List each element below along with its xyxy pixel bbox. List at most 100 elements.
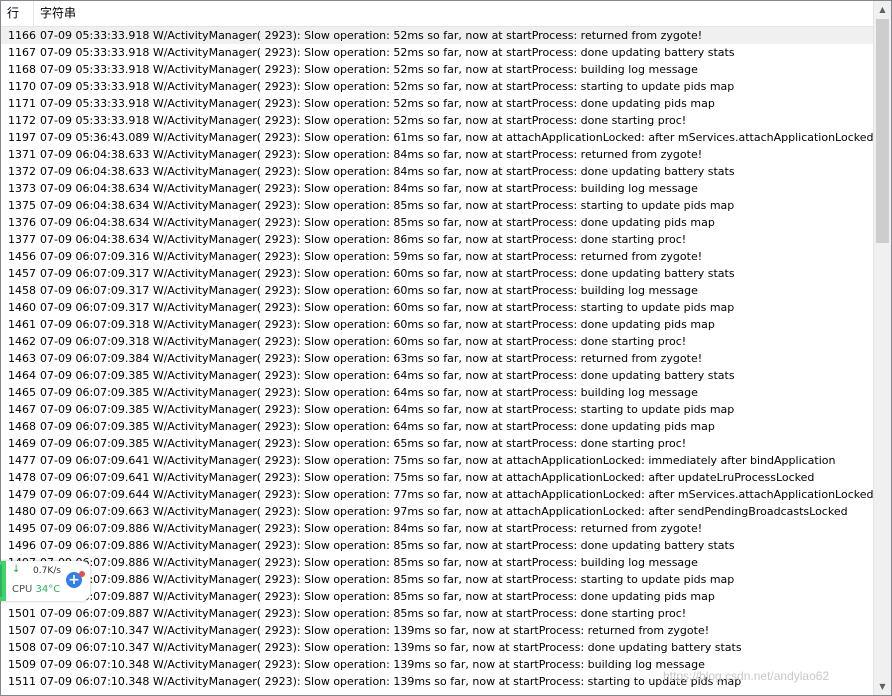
notification-dot-icon bbox=[79, 571, 85, 577]
log-text: 07-09 06:07:09.385 W/ActivityManager( 29… bbox=[40, 420, 715, 433]
cpu-temp: 34°C bbox=[35, 584, 61, 595]
table-row[interactable]: 1375 07-09 06:04:38.634 W/ActivityManager… bbox=[1, 197, 873, 214]
log-text: 07-09 06:07:10.348 W/ActivityManager( 29… bbox=[40, 675, 742, 688]
log-text: 07-09 06:07:09.317 W/ActivityManager( 29… bbox=[40, 267, 735, 280]
table-row[interactable]: 1457 07-09 06:07:09.317 W/ActivityManager… bbox=[1, 265, 873, 282]
log-text: 07-09 06:07:09.644 W/ActivityManager( 29… bbox=[40, 488, 873, 501]
line-number: 1468 bbox=[8, 420, 36, 433]
line-number: 1168 bbox=[8, 63, 36, 76]
line-number: 1372 bbox=[8, 165, 36, 178]
log-text: 07-09 06:04:38.634 W/ActivityManager( 29… bbox=[40, 199, 735, 212]
table-row[interactable]: 1377 07-09 06:04:38.634 W/ActivityManager… bbox=[1, 231, 873, 248]
table-row[interactable]: 1197 07-09 05:36:43.089 W/ActivityManager… bbox=[1, 129, 873, 146]
log-text: 07-09 06:04:38.633 W/ActivityManager( 29… bbox=[40, 148, 703, 161]
log-text: 07-09 06:07:09.385 W/ActivityManager( 29… bbox=[40, 437, 687, 450]
network-cpu-widget[interactable]: ↓ 0.7K/s CPU 34°C + bbox=[0, 561, 90, 601]
table-row[interactable]: 150007-09 06:07:09.887 W/ActivityManager… bbox=[1, 588, 873, 605]
log-text: 07-09 06:07:09.886 W/ActivityManager( 29… bbox=[40, 539, 735, 552]
log-text: 07-09 06:07:09.384 W/ActivityManager( 29… bbox=[40, 352, 703, 365]
table-row[interactable]: 1458 07-09 06:07:09.317 W/ActivityManager… bbox=[1, 282, 873, 299]
watermark: https://blog.csdn.net/andylao62 bbox=[663, 669, 830, 683]
line-number: 1508 bbox=[8, 641, 36, 654]
line-number: 1375 bbox=[8, 199, 36, 212]
line-number: 1167 bbox=[8, 46, 36, 59]
log-text: 07-09 06:07:09.887 W/ActivityManager( 29… bbox=[40, 607, 687, 620]
table-row[interactable]: 1167 07-09 05:33:33.918 W/ActivityManager… bbox=[1, 44, 873, 61]
table-row[interactable]: 1468 07-09 06:07:09.385 W/ActivityManager… bbox=[1, 418, 873, 435]
network-speed: 0.7K/s bbox=[33, 566, 61, 576]
log-list[interactable]: 1166 07-09 05:33:33.918 W/ActivityManager… bbox=[1, 27, 873, 695]
line-number: 1170 bbox=[8, 80, 36, 93]
log-text: 07-09 06:04:38.634 W/ActivityManager( 29… bbox=[40, 216, 715, 229]
line-number: 1478 bbox=[8, 471, 36, 484]
log-text: 07-09 06:07:09.317 W/ActivityManager( 29… bbox=[40, 301, 735, 314]
log-text: 07-09 06:07:09.385 W/ActivityManager( 29… bbox=[40, 386, 698, 399]
line-number: 1457 bbox=[8, 267, 36, 280]
table-row[interactable]: 1172 07-09 05:33:33.918 W/ActivityManager… bbox=[1, 112, 873, 129]
table-row[interactable]: 1456 07-09 06:07:09.316 W/ActivityManager… bbox=[1, 248, 873, 265]
table-row[interactable]: 1166 07-09 05:33:33.918 W/ActivityManager… bbox=[1, 27, 873, 44]
line-number: 1166 bbox=[8, 29, 36, 42]
line-number: 1462 bbox=[8, 335, 36, 348]
table-row[interactable]: 1376 07-09 06:04:38.634 W/ActivityManager… bbox=[1, 214, 873, 231]
table-row[interactable]: 1508 07-09 06:07:10.347 W/ActivityManager… bbox=[1, 639, 873, 656]
log-text: 07-09 06:07:09.385 W/ActivityManager( 29… bbox=[40, 403, 735, 416]
line-number: 1501 bbox=[8, 607, 36, 620]
column-header-text[interactable]: 字符串 bbox=[34, 1, 873, 26]
table-row[interactable]: 1460 07-09 06:07:09.317 W/ActivityManager… bbox=[1, 299, 873, 316]
table-row[interactable]: 1371 07-09 06:04:38.633 W/ActivityManager… bbox=[1, 146, 873, 163]
log-text: 07-09 05:33:33.918 W/ActivityManager( 29… bbox=[40, 63, 698, 76]
log-text: 07-09 06:07:09.316 W/ActivityManager( 29… bbox=[40, 250, 703, 263]
line-number: 1460 bbox=[8, 301, 36, 314]
table-row[interactable]: 1496 07-09 06:07:09.886 W/ActivityManager… bbox=[1, 537, 873, 554]
line-number: 1371 bbox=[8, 148, 36, 161]
table-row[interactable]: 1507 07-09 06:07:10.347 W/ActivityManager… bbox=[1, 622, 873, 639]
log-text: 07-09 06:07:10.347 W/ActivityManager( 29… bbox=[40, 641, 742, 654]
line-number: 1496 bbox=[8, 539, 36, 552]
table-row[interactable]: 1373 07-09 06:04:38.634 W/ActivityManager… bbox=[1, 180, 873, 197]
table-row[interactable]: 149707-09 06:07:09.886 W/ActivityManager… bbox=[1, 554, 873, 571]
scroll-down-icon[interactable]: ▼ bbox=[874, 678, 891, 695]
table-row[interactable]: 1170 07-09 05:33:33.918 W/ActivityManager… bbox=[1, 78, 873, 95]
log-text: 07-09 06:07:10.348 W/ActivityManager( 29… bbox=[40, 658, 705, 671]
line-number: 1479 bbox=[8, 488, 36, 501]
table-row[interactable]: 1372 07-09 06:04:38.633 W/ActivityManager… bbox=[1, 163, 873, 180]
line-number: 1507 bbox=[8, 624, 36, 637]
log-text: 07-09 06:07:09.385 W/ActivityManager( 29… bbox=[40, 369, 735, 382]
table-row[interactable]: 1463 07-09 06:07:09.384 W/ActivityManager… bbox=[1, 350, 873, 367]
log-text: 07-09 06:04:38.633 W/ActivityManager( 29… bbox=[40, 165, 735, 178]
table-row[interactable]: 149907-09 06:07:09.886 W/ActivityManager… bbox=[1, 571, 873, 588]
log-text: 07-09 05:36:43.089 W/ActivityManager( 29… bbox=[40, 131, 873, 144]
widget-accent bbox=[0, 565, 2, 597]
table-row[interactable]: 1465 07-09 06:07:09.385 W/ActivityManager… bbox=[1, 384, 873, 401]
table-row[interactable]: 1461 07-09 06:07:09.318 W/ActivityManager… bbox=[1, 316, 873, 333]
scrollbar-thumb[interactable] bbox=[876, 19, 889, 243]
download-arrow-icon: ↓ bbox=[12, 564, 21, 575]
table-row[interactable]: 1480 07-09 06:07:09.663 W/ActivityManager… bbox=[1, 503, 873, 520]
table-row[interactable]: 1501 07-09 06:07:09.887 W/ActivityManager… bbox=[1, 605, 873, 622]
table-row[interactable]: 1479 07-09 06:07:09.644 W/ActivityManager… bbox=[1, 486, 873, 503]
line-number: 1511 bbox=[8, 675, 36, 688]
log-text: 07-09 05:33:33.918 W/ActivityManager( 29… bbox=[40, 29, 703, 42]
cpu-label: CPU bbox=[12, 584, 33, 595]
table-row[interactable]: 1477 07-09 06:07:09.641 W/ActivityManager… bbox=[1, 452, 873, 469]
cpu-temp-readout: CPU 34°C bbox=[12, 584, 60, 596]
log-text: 07-09 05:33:33.918 W/ActivityManager( 29… bbox=[40, 46, 735, 59]
log-text: 07-09 06:07:09.887 W/ActivityManager( 29… bbox=[40, 590, 715, 603]
table-row[interactable]: 1464 07-09 06:07:09.385 W/ActivityManager… bbox=[1, 367, 873, 384]
table-row[interactable]: 1467 07-09 06:07:09.385 W/ActivityManager… bbox=[1, 401, 873, 418]
table-row[interactable]: 1462 07-09 06:07:09.318 W/ActivityManager… bbox=[1, 333, 873, 350]
table-row[interactable]: 1171 07-09 05:33:33.918 W/ActivityManager… bbox=[1, 95, 873, 112]
table-row[interactable]: 1478 07-09 06:07:09.641 W/ActivityManager… bbox=[1, 469, 873, 486]
table-row[interactable]: 1168 07-09 05:33:33.918 W/ActivityManager… bbox=[1, 61, 873, 78]
log-text: 07-09 06:07:09.663 W/ActivityManager( 29… bbox=[40, 505, 848, 518]
line-number: 1197 bbox=[8, 131, 36, 144]
column-header-line[interactable]: 行 bbox=[1, 1, 34, 26]
table-row[interactable]: 1495 07-09 06:07:09.886 W/ActivityManager… bbox=[1, 520, 873, 537]
line-number: 1477 bbox=[8, 454, 36, 467]
vertical-scrollbar[interactable]: ▲ ▼ bbox=[873, 1, 891, 695]
table-row[interactable]: 1469 07-09 06:07:09.385 W/ActivityManager… bbox=[1, 435, 873, 452]
scroll-up-icon[interactable]: ▲ bbox=[874, 1, 891, 18]
line-number: 1467 bbox=[8, 403, 36, 416]
line-number: 1480 bbox=[8, 505, 36, 518]
